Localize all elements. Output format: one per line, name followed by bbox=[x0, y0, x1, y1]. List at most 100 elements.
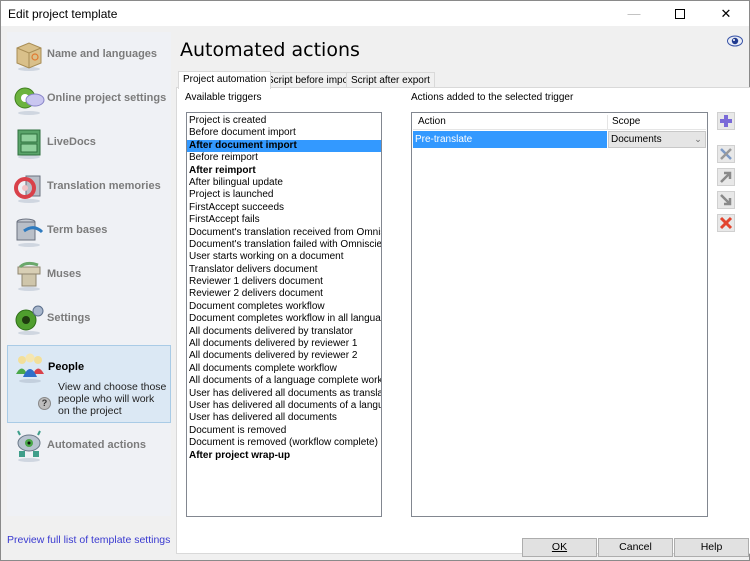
gears-icon bbox=[15, 305, 44, 335]
maximize-icon bbox=[675, 8, 685, 19]
sidebar: Name and languages Online project settin… bbox=[7, 32, 171, 516]
grid-header: Action Scope bbox=[413, 115, 706, 130]
trigger-item[interactable]: Project is launched bbox=[187, 189, 381, 201]
sidebar-item-label: Term bases bbox=[47, 224, 108, 236]
preview-settings-link[interactable]: Preview full list of template settings bbox=[7, 534, 170, 546]
trigger-item[interactable]: User starts working on a document bbox=[187, 251, 381, 263]
trigger-item[interactable]: Document completes workflow bbox=[187, 301, 381, 313]
trigger-item[interactable]: Document is removed bbox=[187, 425, 381, 437]
delete-action-button[interactable] bbox=[717, 214, 735, 232]
help-icon[interactable]: ? bbox=[38, 397, 51, 410]
table-row[interactable]: Pre-translate Documents ⌄ bbox=[413, 131, 706, 148]
close-button[interactable]: ✕ bbox=[703, 1, 749, 26]
main-panel: Automated actions Project automation Scr… bbox=[176, 32, 750, 554]
trigger-item[interactable]: Before reimport bbox=[187, 152, 381, 164]
ok-button[interactable]: OK bbox=[522, 538, 597, 557]
sidebar-item-online-project-settings[interactable]: Online project settings bbox=[7, 78, 171, 122]
trigger-item[interactable]: After document import bbox=[187, 139, 381, 153]
trigger-item[interactable]: User has delivered all documents bbox=[187, 412, 381, 424]
page-title: Automated actions bbox=[180, 39, 360, 61]
sidebar-item-label: Online project settings bbox=[47, 92, 167, 104]
actions-grid[interactable]: Action Scope Pre-translate Documents ⌄ bbox=[411, 112, 708, 517]
trigger-item[interactable]: All documents of a language complete wor… bbox=[187, 375, 381, 387]
ok-label: OK bbox=[551, 541, 568, 553]
trigger-item[interactable]: All documents delivered by reviewer 1 bbox=[187, 338, 381, 350]
people-icon bbox=[16, 353, 44, 383]
trigger-item[interactable]: User has delivered all documents of a la… bbox=[187, 400, 381, 412]
cancel-label: Cancel bbox=[619, 541, 652, 553]
dialog-window: Edit project template — ✕ Name and langu… bbox=[0, 0, 750, 561]
move-down-button[interactable] bbox=[717, 191, 735, 209]
sidebar-item-term-bases[interactable]: Term bases bbox=[7, 210, 171, 254]
minimize-button[interactable]: — bbox=[611, 1, 657, 26]
trigger-item[interactable]: Document's translation failed with Omnis… bbox=[187, 239, 381, 251]
arrow-down-right-icon bbox=[720, 194, 732, 206]
trigger-item[interactable]: Document's translation received from Omn… bbox=[187, 227, 381, 239]
column-separator bbox=[607, 115, 608, 130]
trigger-item[interactable]: All documents delivered by translator bbox=[187, 326, 381, 338]
triggers-listbox[interactable]: Project is created Before document import… bbox=[186, 112, 382, 517]
add-action-button[interactable] bbox=[717, 112, 735, 130]
tools-icon bbox=[720, 148, 732, 160]
trigger-item[interactable]: After project wrap-up bbox=[187, 450, 381, 462]
trigger-item[interactable]: FirstAccept succeeds bbox=[187, 202, 381, 214]
sidebar-item-translation-memories[interactable]: Translation memories bbox=[7, 166, 171, 210]
sidebar-item-label: People bbox=[48, 361, 85, 373]
sidebar-item-label: Automated actions bbox=[47, 439, 147, 451]
available-triggers-label: Available triggers bbox=[185, 92, 262, 103]
database-ring-icon bbox=[14, 175, 41, 203]
help-button[interactable]: Help bbox=[674, 538, 749, 557]
maximize-button[interactable] bbox=[657, 1, 703, 26]
plus-icon bbox=[720, 115, 732, 127]
column-capital-icon bbox=[17, 261, 41, 291]
sidebar-item-livedocs[interactable]: LiveDocs bbox=[7, 122, 171, 166]
chevron-down-icon[interactable]: ⌄ bbox=[691, 132, 705, 147]
sidebar-item-label: Translation memories bbox=[47, 180, 161, 192]
tab-project-automation[interactable]: Project automation bbox=[178, 71, 272, 89]
trigger-item[interactable]: All documents delivered by reviewer 2 bbox=[187, 350, 381, 362]
trigger-item[interactable]: Document is removed (workflow complete) bbox=[187, 437, 381, 449]
cancel-button[interactable]: Cancel bbox=[598, 538, 673, 557]
sidebar-item-muses[interactable]: Muses bbox=[7, 254, 171, 298]
trigger-item[interactable]: Reviewer 1 delivers document bbox=[187, 276, 381, 288]
tab-script-before-import[interactable]: Script before import bbox=[262, 72, 360, 88]
gear-cloud-icon bbox=[14, 87, 45, 115]
trigger-item[interactable]: User has delivered all documents as tran… bbox=[187, 388, 381, 400]
help-label: Help bbox=[700, 541, 723, 553]
column-header-scope[interactable]: Scope bbox=[612, 116, 640, 127]
actions-label: Actions added to the selected trigger bbox=[411, 92, 574, 103]
sidebar-item-name-and-languages[interactable]: Name and languages bbox=[7, 34, 171, 78]
move-up-button[interactable] bbox=[717, 168, 735, 186]
trigger-item[interactable]: Translator delivers document bbox=[187, 264, 381, 276]
trigger-item[interactable]: Document completes workflow in all langu… bbox=[187, 313, 381, 325]
database-arrows-icon bbox=[16, 218, 44, 247]
delete-x-icon bbox=[719, 216, 733, 230]
sidebar-item-label: Muses bbox=[47, 268, 82, 280]
trigger-item[interactable]: Before document import bbox=[187, 127, 381, 139]
sidebar-item-label: LiveDocs bbox=[47, 136, 96, 148]
trigger-item[interactable]: Reviewer 2 delivers document bbox=[187, 288, 381, 300]
window-title: Edit project template bbox=[8, 7, 118, 21]
tab-script-after-export[interactable]: Script after export bbox=[346, 72, 435, 88]
action-cell[interactable]: Pre-translate bbox=[413, 131, 607, 148]
sidebar-item-settings[interactable]: Settings bbox=[7, 298, 171, 342]
sidebar-item-description: View and choose those people who will wo… bbox=[58, 381, 167, 417]
trigger-item[interactable]: All documents complete workflow bbox=[187, 363, 381, 375]
trigger-item[interactable]: FirstAccept fails bbox=[187, 214, 381, 226]
trigger-item[interactable]: Project is created bbox=[187, 115, 381, 127]
minimize-icon: — bbox=[627, 6, 641, 21]
column-header-action[interactable]: Action bbox=[418, 116, 446, 127]
sidebar-item-label: Name and languages bbox=[47, 48, 158, 60]
trigger-item[interactable]: After reimport bbox=[187, 165, 381, 177]
tab-panel-project-automation: Available triggers Actions added to the … bbox=[176, 87, 750, 554]
eye-icon[interactable] bbox=[727, 35, 743, 47]
sidebar-item-people[interactable]: People ? View and choose those people wh… bbox=[7, 345, 171, 423]
title-bar: Edit project template — ✕ bbox=[1, 1, 749, 26]
close-icon: ✕ bbox=[720, 5, 732, 21]
scope-dropdown[interactable]: Documents ⌄ bbox=[608, 131, 706, 148]
arrow-up-right-icon bbox=[720, 171, 732, 183]
file-cabinet-icon bbox=[17, 129, 41, 159]
trigger-item[interactable]: After bilingual update bbox=[187, 177, 381, 189]
sidebar-item-automated-actions[interactable]: Automated actions bbox=[7, 425, 171, 469]
edit-action-button[interactable] bbox=[717, 145, 735, 163]
